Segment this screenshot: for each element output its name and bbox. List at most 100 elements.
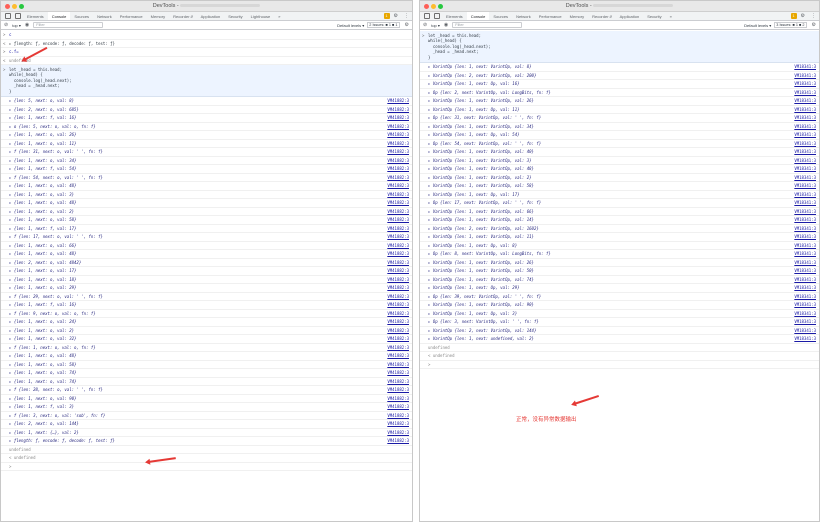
source-link[interactable]: VM18341:3 [794,276,816,284]
log-row[interactable]: ▸ VarintOp {len: 1, next: VarintOp, val:… [420,267,819,276]
log-row[interactable]: ▸ Op {len: 3, next: VarintOp, val: ' ', … [420,318,819,327]
log-row[interactable]: ▸ {len: 1, next: o, val: 58} VM41882:3 [1,216,412,225]
log-row[interactable]: ▸ f {len: 28, next: o, val: ' ', fn: f} V… [1,386,412,395]
log-row[interactable]: ▸ {len: 1, next: o, val: 24} VM41882:3 [1,318,412,327]
source-link[interactable]: VM41882:3 [387,318,409,326]
eye-icon[interactable]: ◉ [444,22,448,28]
log-row[interactable]: ▸ VarintOp {len: 2, next: VarintOp, val:… [420,327,819,336]
tab-9[interactable]: Lighthouse [247,12,275,20]
log-row[interactable]: ▸ VarintOp {len: 1, next: Op, val: 3} VM1… [420,310,819,319]
source-link[interactable]: VM41882:3 [387,386,409,394]
source-link[interactable]: VM41882:3 [387,191,409,199]
source-link[interactable]: VM41882:3 [387,259,409,267]
source-link[interactable]: VM41882:3 [387,335,409,343]
source-link[interactable]: VM41882:3 [387,369,409,377]
log-row[interactable]: ▸ VarintOp {len: 1, next: VarintOp, val:… [420,216,819,225]
source-link[interactable]: VM18341:3 [794,106,816,114]
log-row[interactable]: ▸ {len: 1, next: f, val: 54} VM41882:3 [1,165,412,174]
log-row[interactable]: ▸ VarintOp {len: 2, next: VarintOp, val:… [420,72,819,81]
log-row[interactable]: ▸ VarintOp {len: 1, next: Op, val: 54} VM… [420,131,819,140]
tab-0[interactable]: Elements [23,12,48,20]
log-row[interactable]: ▸ {len: 1, next: o, val: 48} VM41882:3 [1,199,412,208]
log-row[interactable]: ▸ VarintOp {len: 1, next: VarintOp, val:… [420,165,819,174]
source-link[interactable]: VM41882:3 [387,310,409,318]
source-link[interactable]: VM41882:3 [387,352,409,360]
source-link[interactable]: VM18341:3 [794,191,816,199]
more-options-icon[interactable]: ⋮ [404,13,409,19]
log-row[interactable]: ▸ f {len: 31, next: o, val: ' ', fn: f} V… [1,148,412,157]
log-row[interactable]: ▸ {len: 1, next: {…}, val: 2} VM41882:3 [1,429,412,438]
clear-console-icon[interactable]: ⊘ [4,22,8,28]
eye-icon[interactable]: ◉ [25,22,29,28]
source-link[interactable]: VM18341:3 [794,140,816,148]
source-link[interactable]: VM18341:3 [794,199,816,207]
log-row[interactable]: ▸ {len: 2, next: o, val: 4842} VM41882:3 [1,259,412,268]
source-link[interactable]: VM41882:3 [387,182,409,190]
log-row[interactable]: ▸ ƒlength: ƒ, encode: ƒ, decode: ƒ, test… [1,437,412,446]
source-link[interactable]: VM18341:3 [794,318,816,326]
tab-1[interactable]: Console [47,12,71,20]
source-link[interactable]: VM41882:3 [387,420,409,428]
source-link[interactable]: VM18341:3 [794,284,816,292]
tab-3[interactable]: Network [512,12,535,20]
log-row[interactable]: ▸ VarintOp {len: 1, next: VarintOp, val:… [420,276,819,285]
tab-9[interactable]: » [666,12,676,20]
tab-4[interactable]: Performance [116,12,147,20]
source-link[interactable]: VM41882:3 [387,395,409,403]
log-row[interactable]: ▸ {len: 1, next: o, val: 58} VM41882:3 [1,361,412,370]
issues-counter[interactable]: 2 Issues: ■ 1 ■ 1 [367,22,400,28]
log-row[interactable]: ▸ f {len: 54, next: o, val: ' ', fn: f} V… [1,174,412,183]
source-link[interactable]: VM18341:3 [794,131,816,139]
source-link[interactable]: VM18341:3 [794,72,816,80]
log-row[interactable]: ▸ Op {len: 2, next: VarintOp, val: LongB… [420,89,819,98]
source-link[interactable]: VM41882:3 [387,361,409,369]
tab-8[interactable]: Security [224,12,246,20]
log-row[interactable]: ▸ VarintOp {len: 1, next: VarintOp, val:… [420,174,819,183]
warning-badge[interactable]: 1 [383,13,390,19]
source-link[interactable]: VM41882:3 [387,301,409,309]
log-row[interactable]: ▸ {len: 1, next: f, val: 16} VM41882:3 [1,301,412,310]
log-row[interactable]: ▸ VarintOp {len: 1, next: VarintOp, val:… [420,63,819,72]
filter-input[interactable]: Filter [452,22,523,28]
source-link[interactable]: VM18341:3 [794,63,816,71]
source-link[interactable]: VM18341:3 [794,148,816,156]
tab-2[interactable]: Sources [70,12,93,20]
log-row[interactable]: ▸ VarintOp {len: 1, next: VarintOp, val:… [420,148,819,157]
context-selector[interactable]: top ▾ [12,23,21,28]
tab-0[interactable]: Elements [442,12,467,20]
tab-4[interactable]: Performance [535,12,566,20]
log-row[interactable]: ▸ VarintOp {len: 2, next: VarintOp, val:… [420,225,819,234]
log-row[interactable]: ▸ f {len: 1, next: o, val: o, fn: f} VM41… [1,344,412,353]
console-tail-line[interactable]: > [1,463,412,472]
log-row[interactable]: ▸ VarintOp {len: 1, next: VarintOp, val:… [420,208,819,217]
log-row[interactable]: ▸ VarintOp {len: 1, next: VarintOp, val:… [420,233,819,242]
filter-input[interactable]: Filter [33,22,104,28]
source-link[interactable]: VM18341:3 [794,114,816,122]
log-row[interactable]: ▸ {len: 1, next: o, val: 74} VM41882:3 [1,369,412,378]
log-row[interactable]: ▸ {len: 1, next: o, val: 48} VM41882:3 [1,352,412,361]
tab-7[interactable]: Application [616,12,644,20]
log-row[interactable]: ▸ Op {len: 39, next: VarintOp, val: ' ',… [420,293,819,302]
log-row[interactable]: ▸ {len: 1, next: o, val: 34} VM41882:3 [1,157,412,166]
log-row[interactable]: ▸ {len: 1, next: o, val: 48} VM41882:3 [1,182,412,191]
source-link[interactable]: VM18341:3 [794,225,816,233]
log-row[interactable]: ▸ {len: 1, next: o, val: 17} VM41882:3 [1,267,412,276]
source-link[interactable]: VM41882:3 [387,267,409,275]
inspect-element-icon[interactable] [5,13,11,19]
tab-6[interactable]: Recorder ∂ [169,12,197,20]
log-row[interactable]: ▸ {len: 1, next: o, val: 48} VM41882:3 [1,250,412,259]
log-row[interactable]: ▸ {len: 1, next: o, val: 18} VM41882:3 [1,276,412,285]
log-levels-dropdown[interactable]: Default levels ▾ [744,23,771,28]
log-row[interactable]: ▸ VarintOp {len: 1, next: VarintOp, val:… [420,301,819,310]
log-row[interactable]: ▸ f {len: 3, next: o, val: 'sob', fn: f}… [1,412,412,421]
source-link[interactable]: VM18341:3 [794,182,816,190]
log-row[interactable]: ▸ VarintOp {len: 1, next: VarintOp, val:… [420,123,819,132]
source-link[interactable]: VM41882:3 [387,174,409,182]
tab-8[interactable]: Security [643,12,665,20]
gear-icon[interactable]: ⚙ [405,22,409,28]
tab-2[interactable]: Sources [489,12,512,20]
warning-badge[interactable]: 1 [790,13,797,19]
log-row[interactable]: ▸ {len: 1, next: f, val: 16} VM41882:3 [1,114,412,123]
log-row[interactable]: ▸ VarintOp {len: 1, next: Op, val: 16} VM… [420,80,819,89]
source-link[interactable]: VM18341:3 [794,335,816,343]
